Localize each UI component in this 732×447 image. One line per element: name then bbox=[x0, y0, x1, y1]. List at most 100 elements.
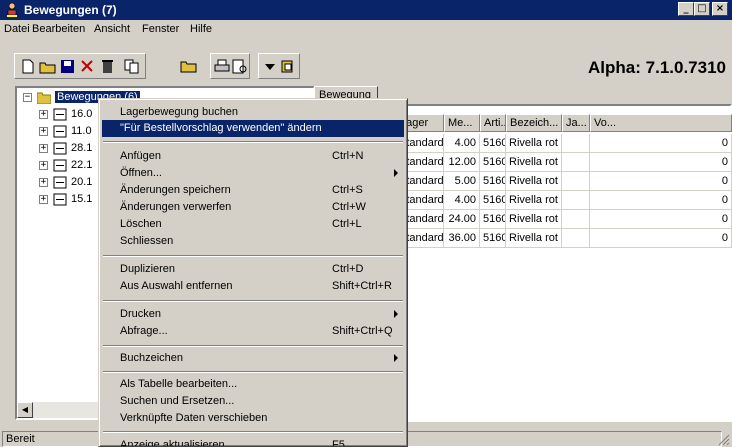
tree-item-label[interactable]: 15.1 bbox=[71, 193, 92, 205]
open-folder-icon[interactable] bbox=[39, 58, 57, 75]
save-icon[interactable] bbox=[59, 58, 77, 75]
resize-grip-icon[interactable] bbox=[718, 434, 730, 446]
table-cell[interactable]: 5160 bbox=[480, 134, 506, 153]
menu-item-suchen-und-ersetzen[interactable]: Suchen und Ersetzen... bbox=[102, 393, 404, 410]
menu-item-duplizieren[interactable]: Duplizieren Ctrl+D bbox=[102, 261, 404, 278]
menu-item-aenderungen-speichern[interactable]: Änderungen speichern Ctrl+S bbox=[102, 182, 404, 199]
table-cell[interactable]: 0 bbox=[590, 134, 732, 153]
copy-icon[interactable] bbox=[123, 58, 141, 75]
table-cell[interactable]: 0 bbox=[590, 191, 732, 210]
table-cell[interactable] bbox=[562, 210, 590, 229]
context-menu: Lagerbewegung buchen "Für Bestellvorschl… bbox=[98, 98, 408, 447]
table-cell[interactable]: 5.00 bbox=[444, 172, 480, 191]
tree-item-label[interactable]: 20.1 bbox=[71, 176, 92, 188]
table-cell[interactable]: 0 bbox=[590, 210, 732, 229]
column-header[interactable]: Ja... bbox=[562, 114, 590, 132]
record-icon bbox=[53, 193, 67, 206]
menu-fenster[interactable]: Fenster bbox=[142, 23, 179, 35]
toolbar-group-filter bbox=[258, 53, 300, 79]
table-cell[interactable] bbox=[562, 191, 590, 210]
new-document-icon[interactable] bbox=[19, 58, 37, 75]
table-cell[interactable]: Rivella rot bbox=[506, 153, 562, 172]
tree-item-label[interactable]: 22.1 bbox=[71, 159, 92, 171]
minimize-button[interactable]: _ bbox=[678, 2, 694, 16]
expand-icon[interactable]: + bbox=[39, 144, 48, 153]
table-cell[interactable]: Rivella rot bbox=[506, 172, 562, 191]
tree-item-label[interactable]: 28.1 bbox=[71, 142, 92, 154]
scroll-left-icon[interactable]: ◀ bbox=[17, 402, 33, 418]
menu-item-als-tabelle-bearbeiten[interactable]: Als Tabelle bearbeiten... bbox=[102, 376, 404, 393]
menu-hilfe[interactable]: Hilfe bbox=[190, 23, 212, 35]
menu-separator bbox=[103, 345, 403, 347]
cut-icon[interactable] bbox=[79, 58, 97, 75]
menu-item-lagerbewegung-buchen[interactable]: Lagerbewegung buchen bbox=[102, 104, 404, 121]
expand-icon[interactable]: + bbox=[39, 110, 48, 119]
tree-item-label[interactable]: 16.0 bbox=[71, 108, 92, 120]
menu-item-oeffnen[interactable]: Öffnen... bbox=[102, 165, 404, 182]
filter-icon[interactable] bbox=[279, 58, 297, 75]
delete-icon[interactable] bbox=[99, 58, 117, 75]
column-header[interactable]: Vo... bbox=[590, 114, 732, 132]
expand-icon[interactable]: + bbox=[39, 195, 48, 204]
record-icon bbox=[53, 142, 67, 155]
version-label: Alpha: 7.1.0.7310 bbox=[588, 58, 726, 77]
table-cell[interactable]: 4.00 bbox=[444, 134, 480, 153]
record-icon bbox=[53, 159, 67, 172]
table-cell[interactable]: 36.00 bbox=[444, 229, 480, 248]
expand-icon[interactable]: + bbox=[39, 161, 48, 170]
collapse-icon[interactable]: − bbox=[23, 93, 32, 102]
table-cell[interactable]: 12.00 bbox=[444, 153, 480, 172]
menu-datei[interactable]: Datei bbox=[4, 23, 30, 35]
table-cell[interactable]: 24.00 bbox=[444, 210, 480, 229]
record-icon bbox=[53, 176, 67, 189]
table-cell[interactable] bbox=[562, 134, 590, 153]
menu-item-anfuegen[interactable]: Anfügen Ctrl+N bbox=[102, 148, 404, 165]
menu-item-bestellvorschlag-aendern[interactable]: "Für Bestellvorschlag verwenden" ändern bbox=[102, 120, 404, 137]
tree-item-label[interactable]: 11.0 bbox=[71, 125, 92, 137]
column-header[interactable]: Arti... bbox=[480, 114, 506, 132]
column-header[interactable]: Bezeich... bbox=[506, 114, 562, 132]
menu-separator bbox=[103, 371, 403, 373]
menu-item-loeschen[interactable]: Löschen Ctrl+L bbox=[102, 216, 404, 233]
table-cell[interactable]: 4.00 bbox=[444, 191, 480, 210]
expand-icon[interactable]: + bbox=[39, 178, 48, 187]
table-cell[interactable]: Rivella rot bbox=[506, 210, 562, 229]
table-cell[interactable] bbox=[562, 172, 590, 191]
menu-item-aus-auswahl-entfernen[interactable]: Aus Auswahl entfernen Shift+Ctrl+R bbox=[102, 278, 404, 295]
table-cell[interactable]: 5160 bbox=[480, 191, 506, 210]
print-preview-icon[interactable] bbox=[231, 58, 249, 75]
menu-item-anzeige-aktualisieren[interactable]: Anzeige aktualisieren F5 bbox=[102, 437, 404, 446]
submenu-arrow-icon bbox=[394, 169, 398, 177]
open-icon[interactable] bbox=[180, 57, 198, 74]
title-bar: Bewegungen (7) _ □ × bbox=[0, 0, 732, 20]
expand-icon[interactable]: + bbox=[39, 127, 48, 136]
dropdown-icon[interactable] bbox=[261, 58, 279, 75]
table-cell[interactable]: Rivella rot bbox=[506, 229, 562, 248]
menu-item-buchzeichen[interactable]: Buchzeichen bbox=[102, 350, 404, 367]
menu-ansicht[interactable]: Ansicht bbox=[94, 23, 130, 35]
table-cell[interactable]: 0 bbox=[590, 229, 732, 248]
table-cell[interactable]: 5160 bbox=[480, 210, 506, 229]
table-cell[interactable] bbox=[562, 153, 590, 172]
menu-item-aenderungen-verwerfen[interactable]: Änderungen verwerfen Ctrl+W bbox=[102, 199, 404, 216]
table-cell[interactable]: 5160 bbox=[480, 229, 506, 248]
table-cell[interactable]: 5160 bbox=[480, 172, 506, 191]
menu-item-verknuepfte-daten-verschieben[interactable]: Verknüpfte Daten verschieben bbox=[102, 410, 404, 427]
menu-bearbeiten[interactable]: Bearbeiten bbox=[32, 23, 85, 35]
record-icon bbox=[53, 108, 67, 121]
menu-item-schliessen[interactable]: Schliessen bbox=[102, 233, 404, 250]
table-cell[interactable]: 5160 bbox=[480, 153, 506, 172]
menu-item-abfrage[interactable]: Abfrage... Shift+Ctrl+Q bbox=[102, 323, 404, 340]
close-button[interactable]: × bbox=[712, 2, 728, 16]
maximize-button[interactable]: □ bbox=[694, 2, 710, 16]
table-cell[interactable]: 0 bbox=[590, 153, 732, 172]
menu-item-drucken[interactable]: Drucken bbox=[102, 306, 404, 323]
table-cell[interactable]: Rivella rot bbox=[506, 134, 562, 153]
print-icon[interactable] bbox=[213, 58, 231, 75]
table-cell[interactable] bbox=[562, 229, 590, 248]
column-header[interactable]: Me... bbox=[444, 114, 480, 132]
menu-separator bbox=[103, 431, 403, 433]
window-title: Bewegungen (7) bbox=[24, 3, 117, 17]
table-cell[interactable]: 0 bbox=[590, 172, 732, 191]
table-cell[interactable]: Rivella rot bbox=[506, 191, 562, 210]
